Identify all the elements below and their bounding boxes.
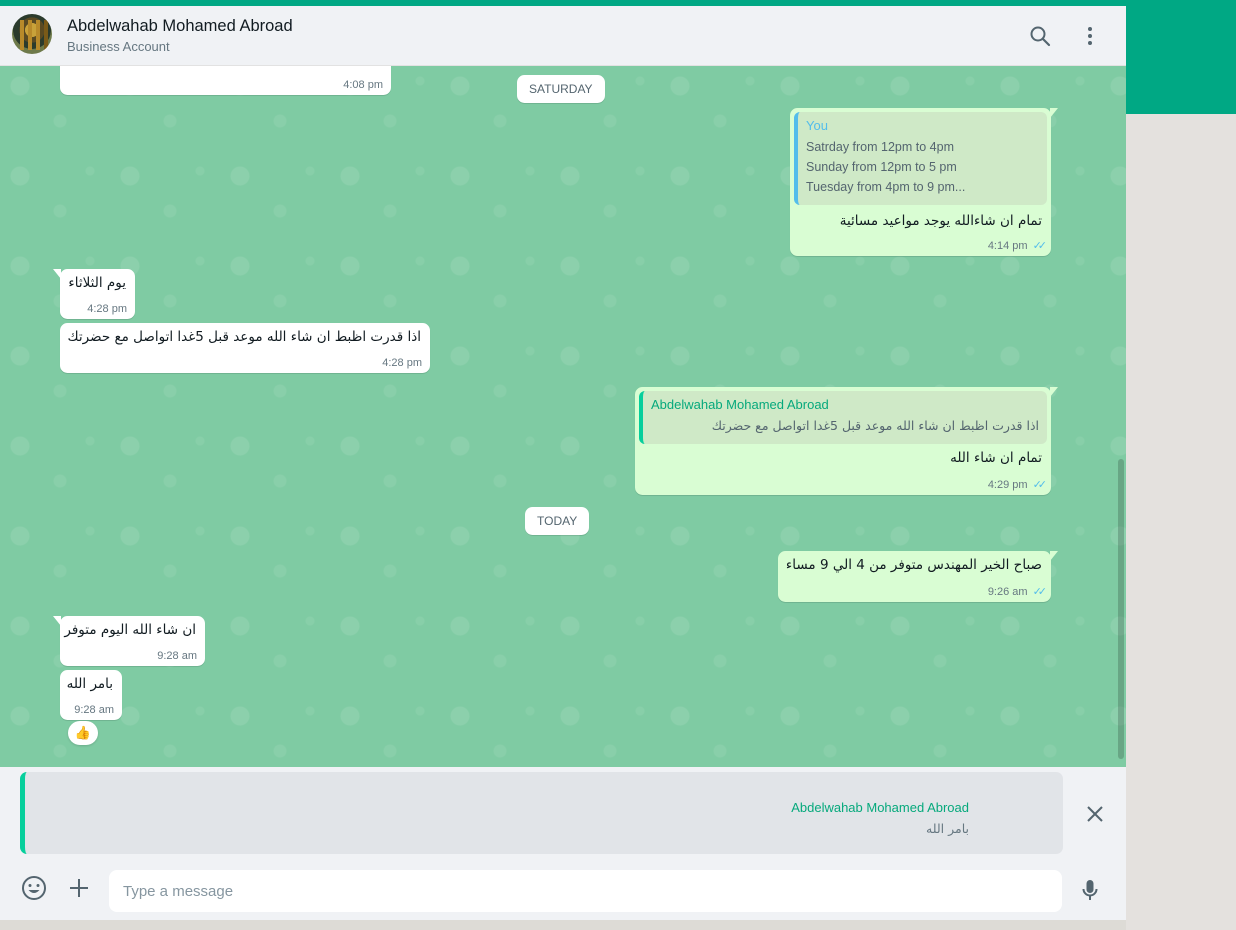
quote-author: Abdelwahab Mohamed Abroad bbox=[651, 397, 829, 412]
date-divider: SATURDAY bbox=[517, 75, 605, 103]
quote-line: Satrday from 12pm to 4pm bbox=[806, 140, 954, 154]
contact-avatar[interactable] bbox=[12, 14, 52, 54]
message-time: 9:28 am bbox=[74, 704, 114, 716]
message-time: 4:29 pm ✓✓ bbox=[987, 478, 1048, 492]
reply-author: Abdelwahab Mohamed Abroad bbox=[791, 800, 969, 815]
date-divider: TODAY bbox=[525, 507, 590, 535]
message-text: تمام ان شاءالله يوجد مواعيد مسائية bbox=[839, 213, 1042, 229]
bubble-tail bbox=[1050, 387, 1058, 397]
thumbs-up-reaction-icon[interactable]: 👍 bbox=[68, 721, 98, 745]
message-incoming[interactable]: يوم الثلاثاء 4:28 pm bbox=[53, 269, 135, 319]
read-receipt-icon: ✓✓ bbox=[1032, 586, 1048, 598]
quote-line: Tuesday from 4pm to 9 pm... bbox=[806, 180, 966, 194]
message-time: 4:14 pm ✓✓ bbox=[987, 239, 1048, 253]
message-text: يوم الثلاثاء bbox=[68, 275, 126, 291]
quote-line: Sunday from 12pm to 5 pm bbox=[806, 160, 957, 174]
chat-header: Abdelwahab Mohamed Abroad Business Accou… bbox=[0, 6, 1126, 66]
quote-line: اذا قدرت اظبط ان شاء الله موعد قبل 5غدا … bbox=[711, 418, 1039, 433]
message-time: 4:28 pm bbox=[382, 357, 422, 369]
message-incoming[interactable]: بامر الله 9:28 am bbox=[60, 670, 122, 720]
message-text: اذا قدرت اظبط ان شاء الله موعد قبل 5غدا … bbox=[67, 329, 421, 345]
chat-scrollbar[interactable] bbox=[1118, 459, 1124, 759]
bubble-tail bbox=[53, 616, 61, 626]
read-receipt-icon: ✓✓ bbox=[1032, 479, 1048, 491]
message-outgoing[interactable]: Abdelwahab Mohamed Abroad اذا قدرت اظبط … bbox=[635, 387, 1058, 495]
message-text: صباح الخير المهندس متوفر من 4 الي 9 مساء bbox=[785, 557, 1042, 573]
window-background bbox=[1126, 114, 1236, 930]
quote-author: You bbox=[806, 118, 828, 133]
bubble-tail bbox=[53, 269, 61, 279]
close-icon[interactable] bbox=[1083, 802, 1107, 826]
reply-text: بامر الله bbox=[926, 821, 969, 836]
search-icon[interactable] bbox=[1028, 24, 1052, 48]
message-incoming[interactable]: ان شاء الله اليوم متوفر 9:28 am bbox=[53, 616, 205, 666]
message-outgoing[interactable]: You Satrday from 12pm to 4pm Sunday from… bbox=[790, 108, 1058, 256]
emoji-icon[interactable] bbox=[21, 875, 47, 901]
contact-subtitle: Business Account bbox=[67, 39, 170, 54]
message-list[interactable]: 4:08 pm SATURDAY You Satrday from 12pm t… bbox=[0, 66, 1126, 767]
read-receipt-icon: ✓✓ bbox=[1032, 240, 1048, 252]
contact-name[interactable]: Abdelwahab Mohamed Abroad bbox=[67, 17, 293, 36]
composer-area: Abdelwahab Mohamed Abroad بامر الله bbox=[0, 767, 1126, 920]
message-input[interactable] bbox=[109, 870, 1062, 912]
message-outgoing[interactable]: صباح الخير المهندس متوفر من 4 الي 9 مساء… bbox=[778, 551, 1058, 602]
quoted-message[interactable]: You Satrday from 12pm to 4pm Sunday from… bbox=[794, 112, 1047, 205]
bubble-tail bbox=[1050, 108, 1058, 118]
message-text: تمام ان شاء الله bbox=[950, 450, 1042, 466]
microphone-icon[interactable] bbox=[1078, 878, 1102, 902]
reply-preview[interactable]: Abdelwahab Mohamed Abroad بامر الله bbox=[20, 772, 1063, 854]
message-incoming[interactable]: 4:08 pm bbox=[60, 66, 391, 95]
message-time: 4:08 pm bbox=[343, 79, 383, 91]
message-time: 9:26 am ✓✓ bbox=[987, 585, 1048, 599]
message-incoming[interactable]: اذا قدرت اظبط ان شاء الله موعد قبل 5غدا … bbox=[60, 323, 430, 373]
quoted-message[interactable]: Abdelwahab Mohamed Abroad اذا قدرت اظبط … bbox=[639, 391, 1047, 444]
chat-window: Abdelwahab Mohamed Abroad Business Accou… bbox=[0, 6, 1126, 920]
attach-plus-icon[interactable] bbox=[66, 875, 92, 901]
message-text: بامر الله bbox=[66, 676, 113, 692]
message-text: ان شاء الله اليوم متوفر bbox=[64, 622, 196, 638]
bubble-tail bbox=[1050, 551, 1058, 561]
message-time: 4:28 pm bbox=[87, 303, 127, 315]
kebab-menu-icon[interactable] bbox=[1078, 24, 1102, 48]
message-time: 9:28 am bbox=[157, 650, 197, 662]
